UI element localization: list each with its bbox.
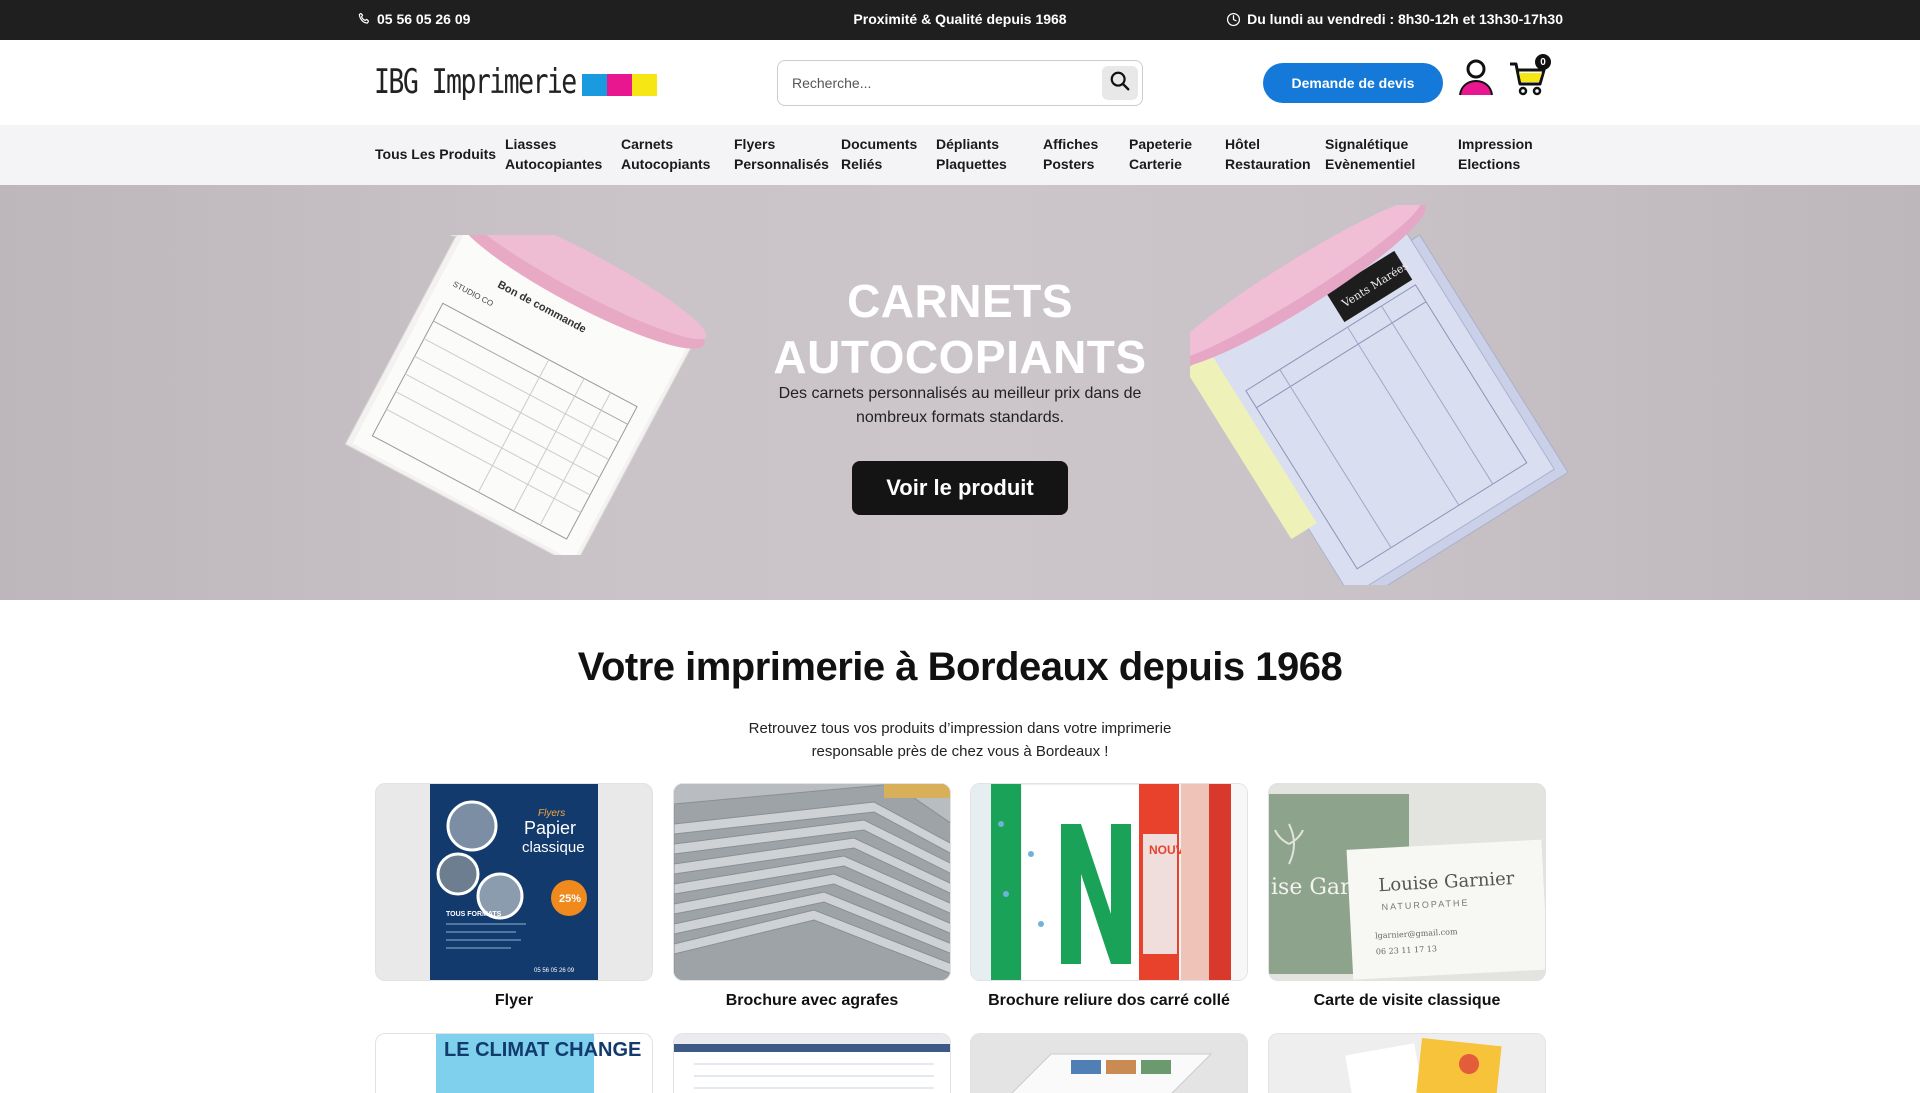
hero-banner: Bon de commande STUDIO CO Vents Marées C… (0, 185, 1920, 600)
hero-title: CARNETS AUTOCOPIANTS (773, 275, 1147, 383)
nav-item-carnets[interactable]: Carnets Autocopiants (621, 134, 710, 174)
logo-color-squares (582, 74, 657, 96)
svg-text:NOUV: NOUV (1149, 843, 1184, 857)
product-image-brochure-dos-carre: NOUV (970, 783, 1248, 981)
hours-text: Du lundi au vendredi : 8h30-12h et 13h30… (1247, 11, 1563, 27)
clock-icon (1226, 12, 1241, 27)
section-title: Votre imprimerie à Bordeaux depuis 1968 (577, 645, 1343, 689)
search-button[interactable] (1102, 66, 1138, 100)
svg-text:Papier: Papier (524, 818, 576, 838)
svg-text:25%: 25% (559, 893, 581, 905)
tagline: Proximité & Qualité depuis 1968 (853, 11, 1067, 27)
product-card-brochure-agrafes[interactable]: Brochure avec agrafes (673, 783, 951, 1010)
product-name: Flyer (494, 992, 534, 1009)
product-card-row2-4[interactable] (1268, 1033, 1546, 1093)
top-bar: 05 56 05 26 09 Proximité & Qualité depui… (0, 0, 1920, 40)
product-card-brochure-dos-carre[interactable]: NOUV Brochure reliure dos carré collé (970, 783, 1248, 1010)
account-icon[interactable] (1456, 58, 1496, 103)
logo[interactable]: IBG Imprimerie (374, 62, 657, 102)
nav-item-papeterie[interactable]: Papeterie Carterie (1129, 134, 1192, 174)
product-card-row2-3[interactable] (970, 1033, 1248, 1093)
nav-item-hotel[interactable]: Hôtel Restauration (1225, 134, 1311, 174)
product-name: Brochure reliure dos carré collé (988, 992, 1230, 1009)
search-input[interactable] (778, 75, 1078, 91)
product-card-row2-1[interactable]: LE CLIMAT CHANGE (375, 1033, 653, 1093)
svg-text:classique: classique (522, 839, 585, 856)
header: IBG Imprimerie Demande de devis 0 (0, 40, 1920, 125)
svg-text:TOUS FORMATS: TOUS FORMATS (446, 911, 502, 918)
nav-item-documents[interactable]: Documents Reliés (841, 134, 917, 174)
product-image-brochure-agrafes (673, 783, 951, 981)
nav-item-flyers[interactable]: Flyers Personnalisés (734, 134, 829, 174)
logo-text: IBG Imprimerie (374, 62, 577, 102)
product-card-carte-visite[interactable]: ise Garni Louise Garnier NATUROPATHE lga… (1268, 783, 1546, 1010)
hero-subtitle: Des carnets personnalisés au meilleur pr… (778, 385, 1142, 426)
nav-item-affiches[interactable]: Affiches Posters (1043, 134, 1098, 174)
product-image-flyer: 25% Flyers Papier classique TOUS FORMATS… (375, 783, 653, 981)
nav-item-signaletique[interactable]: Signalétique Evènementiel (1325, 134, 1415, 174)
section-description: Retrouvez tous vos produits d’impression… (748, 720, 1172, 760)
nav-item-liasses[interactable]: Liasses Autocopiantes (505, 134, 602, 174)
view-product-button[interactable]: Voir le produit (852, 461, 1068, 515)
opening-hours: Du lundi au vendredi : 8h30-12h et 13h30… (1226, 11, 1563, 27)
product-name: Brochure avec agrafes (725, 992, 899, 1009)
nav-item-impression-elections[interactable]: Impression Elections (1458, 134, 1533, 174)
product-name: Carte de visite classique (1313, 992, 1501, 1009)
nav-item-all-products[interactable]: Tous Les Produits (375, 144, 496, 164)
product-card-flyer[interactable]: 25% Flyers Papier classique TOUS FORMATS… (375, 783, 653, 1010)
product-card-row2-2[interactable] (673, 1033, 951, 1093)
main-nav: Tous Les Produits Liasses Autocopiantes C… (0, 125, 1920, 185)
search-icon (1109, 70, 1131, 97)
search-bar (777, 60, 1143, 106)
svg-text:LE CLIMAT CHANGE: LE CLIMAT CHANGE (444, 1039, 641, 1061)
product-image-carte-visite: ise Garni Louise Garnier NATUROPATHE lga… (1268, 783, 1546, 981)
quote-request-button[interactable]: Demande de devis (1263, 63, 1443, 103)
svg-text:05 56 05 26 09: 05 56 05 26 09 (534, 968, 575, 974)
nav-item-depliants[interactable]: Dépliants Plaquettes (936, 134, 1007, 174)
cart-count-badge: 0 (1535, 54, 1551, 70)
